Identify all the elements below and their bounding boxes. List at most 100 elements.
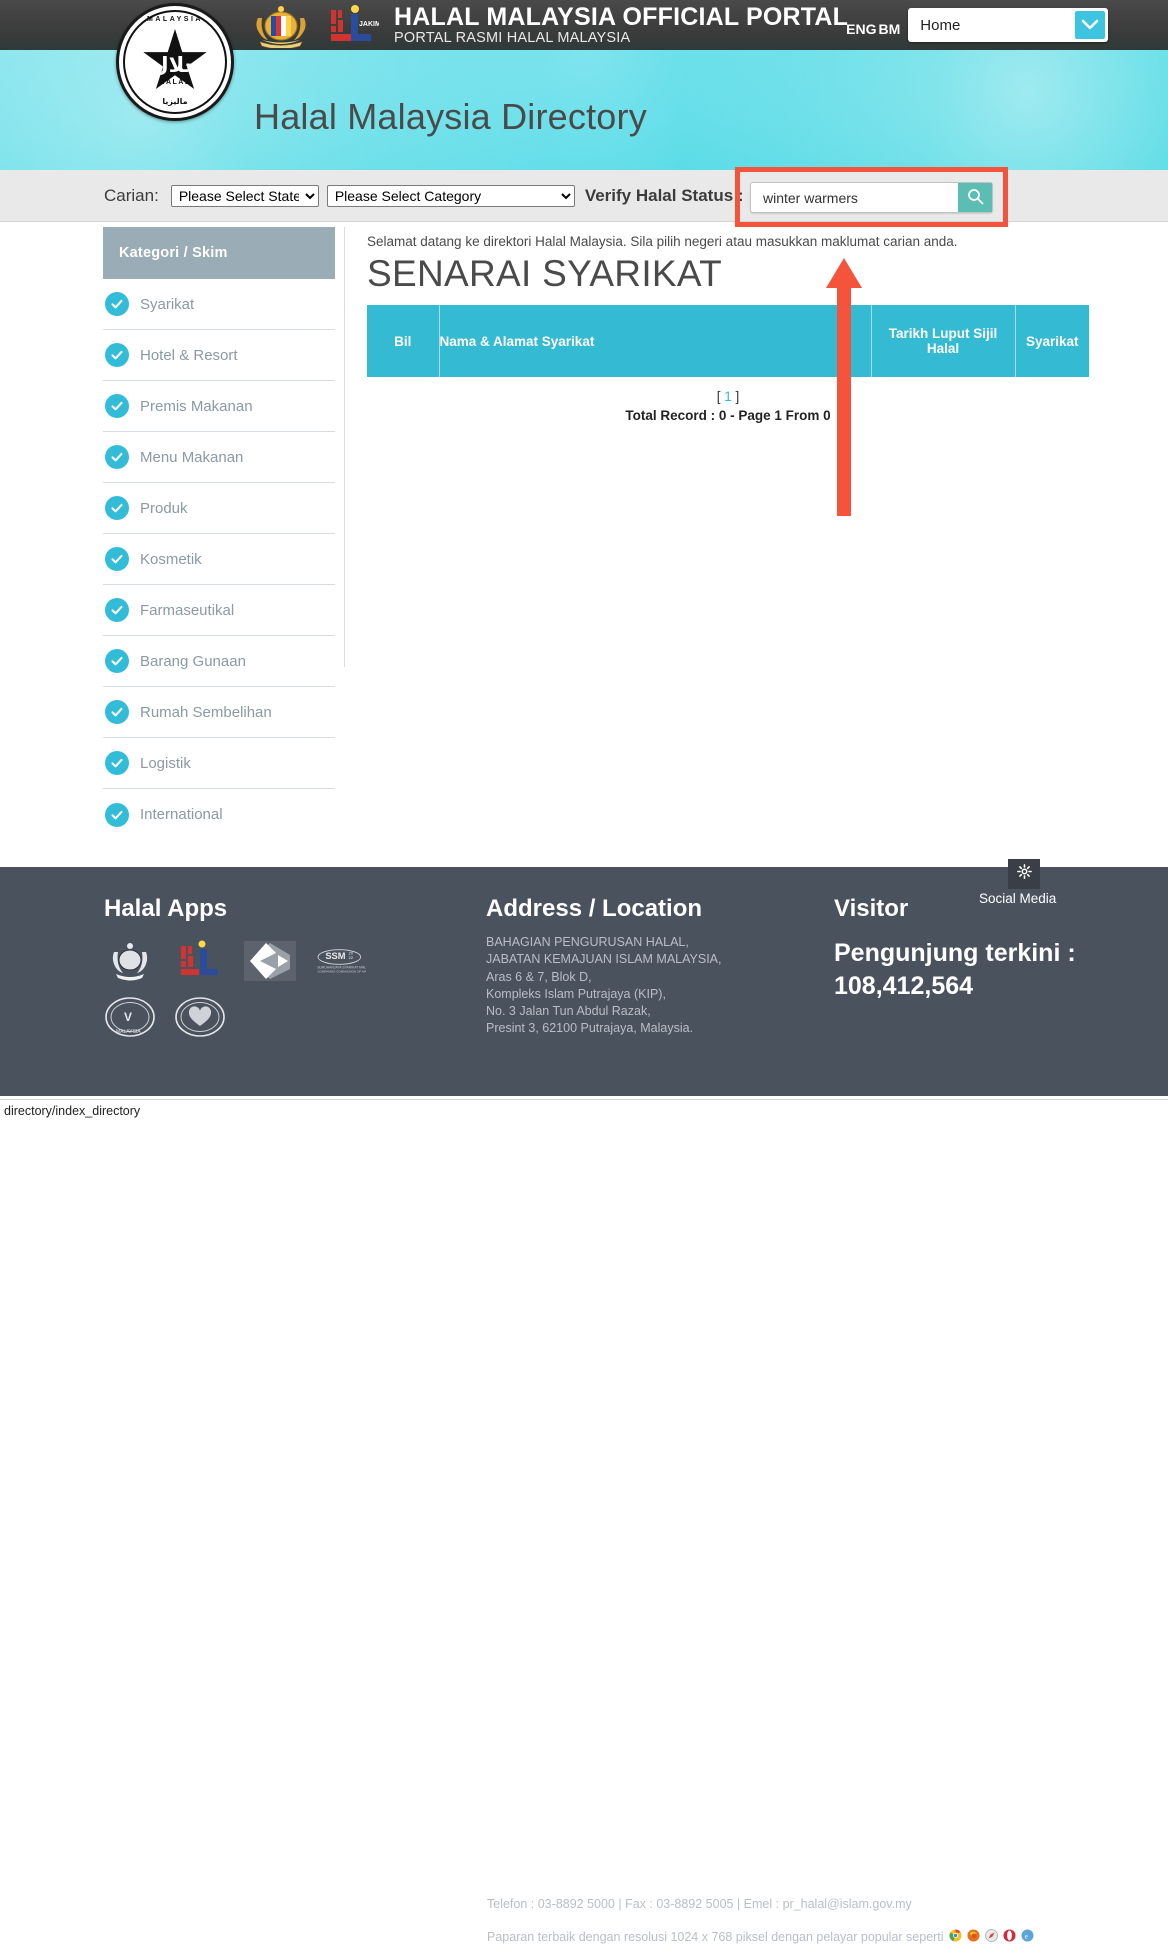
sidebar-item-international[interactable]: International	[103, 789, 335, 840]
check-circle-icon	[105, 496, 129, 520]
social-media-toggle-button[interactable]	[1008, 859, 1040, 889]
column-header-tarikh-luput: Tarikh Luput Sijil Halal	[871, 305, 1016, 377]
sidebar-item-logistik[interactable]: Logistik	[103, 738, 335, 789]
address-line: No. 3 Jalan Tun Abdul Razak,	[486, 1004, 651, 1018]
address-line: JABATAN KEMAJUAN ISLAM MALAYSIA,	[486, 952, 722, 967]
jakim-logo: JAKIM	[324, 2, 380, 48]
sidebar-item-menu-makanan[interactable]: Menu Makanan	[103, 432, 335, 483]
sidebar-item-hotel-resort[interactable]: Hotel & Resort	[103, 330, 335, 381]
veterinary-services-logo-icon[interactable]: V MALAYSIA	[104, 995, 156, 1039]
search-button[interactable]	[958, 183, 992, 212]
heart-foundation-logo-icon[interactable]	[174, 995, 226, 1039]
search-input[interactable]	[751, 183, 958, 212]
jakim-logo-icon[interactable]	[174, 939, 226, 983]
address-line: Kompleks Islam Putrajaya (KIP),	[486, 986, 666, 1001]
svg-text:SSM: SSM	[325, 951, 345, 961]
footer-halal-apps-column: Halal Apps SSM 20 22 SURUHANJAYA SYARIKA…	[104, 895, 486, 1096]
sidebar-item-label: Farmaseutikal	[140, 601, 235, 619]
sidebar-item-kosmetik[interactable]: Kosmetik	[103, 534, 335, 585]
opera-icon	[1003, 1929, 1016, 1945]
browser-support-line: Paparan terbaik dengan resolusi 1024 x 7…	[487, 1929, 1034, 1945]
main-content: Kategori / Skim Syarikat Hotel & Resort …	[0, 222, 1168, 867]
gear-icon	[1016, 864, 1032, 884]
chevron-down-icon[interactable]	[1075, 11, 1106, 39]
portal-subtitle: PORTAL RASMI HALAL MALAYSIA	[394, 29, 631, 46]
results-heading: SENARAI SYARIKAT	[367, 253, 723, 294]
browser-support-text: Paparan terbaik dengan resolusi 1024 x 7…	[487, 1930, 944, 1944]
svg-text:JAKIM: JAKIM	[359, 21, 379, 28]
emblem-top-word: MALAYSIA	[147, 16, 203, 23]
visitor-count: 108,412,564	[834, 972, 974, 1000]
check-circle-icon	[105, 343, 129, 367]
pager-page-1[interactable]: 1	[724, 389, 732, 404]
nav-menu-select[interactable]: Home	[908, 8, 1109, 42]
check-circle-icon	[105, 547, 129, 571]
emblem-center-word: HALAL	[159, 79, 191, 86]
social-media-label: Social Media	[979, 891, 1057, 906]
sidebar-item-barang-gunaan[interactable]: Barang Gunaan	[103, 636, 335, 687]
table-body: [ 1 ] Total Record : 0 - Page 1 From 0	[367, 377, 1089, 441]
svg-text:MALAYSIA: MALAYSIA	[116, 1029, 141, 1035]
footer-visitor-column: Visitor Pengunjung terkini : 108,412,564	[834, 895, 1168, 1096]
check-circle-icon	[105, 445, 129, 469]
company-results-table: Bil Nama & Alamat Syarikat Tarikh Luput …	[367, 305, 1089, 441]
nav-menu-selected-value: Home	[920, 16, 961, 34]
lang-eng[interactable]: ENG	[846, 21, 876, 37]
svg-text:COMPANIES COMMISSION OF MALAYS: COMPANIES COMMISSION OF MALAYSIA	[317, 969, 366, 973]
portal-title-block: HALAL MALAYSIA OFFICIAL PORTAL PORTAL RA…	[394, 4, 848, 45]
sidebar-item-farmaseutikal[interactable]: Farmaseutikal	[103, 585, 335, 636]
visitor-sub-label: Pengunjung terkini :	[834, 939, 1076, 967]
state-select[interactable]: Please Select State	[170, 184, 319, 207]
svg-text:e: e	[1024, 1933, 1027, 1941]
column-header-bil: Bil	[367, 305, 440, 377]
pagination[interactable]: [ 1 ]	[367, 389, 1089, 404]
app-logos-row-1: SSM 20 22 SURUHANJAYA SYARIKAT MALAYSIA …	[104, 939, 486, 983]
sidebar-item-label: Produk	[140, 499, 188, 517]
search-icon	[967, 188, 984, 208]
portal-title: HALAL MALAYSIA OFFICIAL PORTAL	[394, 3, 849, 32]
chrome-icon	[949, 1929, 962, 1945]
sidebar-header: Kategori / Skim	[103, 227, 335, 279]
total-record-text: Total Record : 0 - Page 1 From 0	[625, 408, 831, 423]
browser-status-bar: directory/index_directory	[0, 1099, 1168, 1121]
sidebar-item-premis-makanan[interactable]: Premis Makanan	[103, 381, 335, 432]
category-select[interactable]: Please Select Category	[326, 184, 575, 207]
sidebar-item-label: Logistik	[140, 754, 191, 772]
verify-halal-status-label: Verify Halal Status :	[584, 185, 744, 205]
sidebar-item-produk[interactable]: Produk	[103, 483, 335, 534]
sidebar-item-label: Hotel & Resort	[140, 346, 238, 364]
sidebar-item-label: International	[140, 806, 223, 823]
lang-bm[interactable]: BM	[879, 21, 901, 37]
emblem-bottom-word: ماليزيا	[162, 97, 188, 106]
svg-text:22: 22	[349, 955, 354, 960]
footer-address-column: Address / Location BAHAGIAN PENGURUSAN H…	[486, 895, 834, 1096]
halal-malaysia-emblem-logo: MALAYSIA حلال HALAL ماليزيا	[116, 3, 234, 121]
sidebar-item-label: Barang Gunaan	[140, 652, 246, 670]
column-header-nama-alamat: Nama & Alamat Syarikat	[439, 305, 872, 377]
sidebar-item-rumah-sembelihan[interactable]: Rumah Sembelihan	[103, 687, 335, 738]
results-panel: Selamat datang ke direktori Halal Malays…	[345, 222, 1168, 867]
category-sidebar: Kategori / Skim Syarikat Hotel & Resort …	[103, 222, 335, 867]
language-toggle[interactable]: ENG BM	[846, 21, 900, 37]
address-heading: Address / Location	[486, 895, 703, 922]
sidebar-item-label: Syarikat	[140, 295, 195, 313]
jata-negara-crest-icon	[244, 1, 318, 49]
contact-line: Telefon : 03-8892 5000 | Fax : 03-8892 5…	[487, 1897, 912, 1911]
status-bar-text: directory/index_directory	[4, 1103, 141, 1118]
internet-explorer-icon: e	[1021, 1929, 1034, 1945]
sidebar-item-syarikat[interactable]: Syarikat	[103, 279, 335, 330]
address-line: Aras 6 & 7, Blok D,	[486, 969, 592, 984]
emblem-arabic-text: حلال	[150, 53, 200, 77]
sidebar-item-label: Kosmetik	[140, 550, 202, 568]
pager-bracket-open: [	[716, 389, 721, 404]
mygov-logo-icon[interactable]	[244, 939, 296, 983]
ssm-logo-icon[interactable]: SSM 20 22 SURUHANJAYA SYARIKAT MALAYSIA …	[314, 939, 366, 983]
jata-negara-logo-icon[interactable]	[104, 939, 156, 983]
address-line: Presint 3, 62100 Putrajaya, Malaysia.	[486, 1021, 694, 1036]
check-circle-icon	[105, 394, 129, 418]
table-header-row: Bil Nama & Alamat Syarikat Tarikh Luput …	[367, 305, 1089, 377]
sidebar-item-label: Premis Makanan	[140, 397, 253, 415]
welcome-message: Selamat datang ke direktori Halal Malays…	[367, 234, 958, 249]
page-title-banner: Halal Malaysia Directory	[254, 96, 647, 137]
halal-search-group[interactable]	[750, 182, 993, 213]
